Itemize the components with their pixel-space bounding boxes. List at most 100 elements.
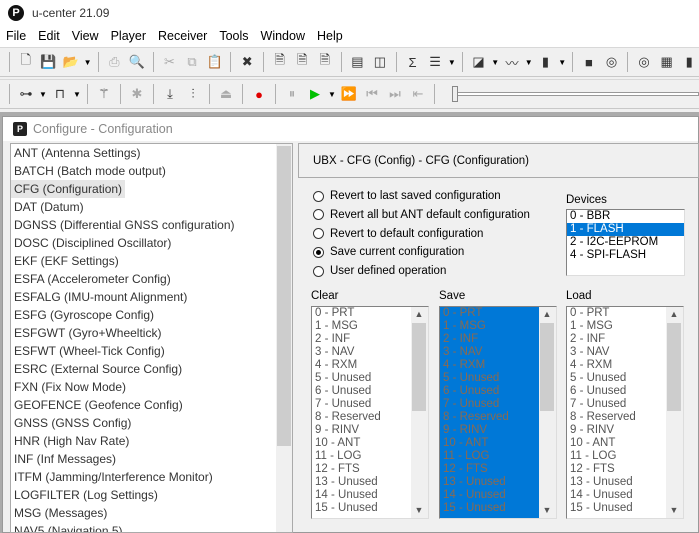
save-item[interactable]: 8 - Reserved [440,411,539,424]
load-item[interactable]: 13 - Unused [567,476,666,489]
autobaud-wand-icon[interactable]: ⚚ [94,84,114,104]
dropdown-arrow-icon[interactable]: ▼ [328,90,336,99]
message-list-item[interactable]: MSG (Messages) [11,504,292,522]
load-item[interactable]: 5 - Unused [567,372,666,385]
dropdown-arrow-icon[interactable]: ▼ [39,90,47,99]
load-item[interactable]: 11 - LOG [567,450,666,463]
save-item[interactable]: 9 - RINV [440,424,539,437]
dropdown-arrow-icon[interactable]: ▼ [73,90,81,99]
menu-tools[interactable]: Tools [213,29,254,43]
copy-icon[interactable]: ⧉ [182,52,202,72]
chart-icon[interactable]: 〰 [502,52,522,72]
new-db-icon[interactable]: 🗎 [270,52,290,72]
clear-item[interactable]: 2 - INF [312,333,411,346]
menu-window[interactable]: Window [255,29,311,43]
message-list[interactable]: ANT (Antenna Settings) BATCH (Batch mode … [10,143,293,533]
text-doc-icon[interactable]: 🗎 [315,52,335,72]
panel-icon[interactable]: ◫ [370,52,390,72]
menu-file[interactable]: File [0,29,32,43]
message-list-item[interactable]: FXN (Fix Now Mode) [11,378,292,396]
dropdown-arrow-icon[interactable]: ▼ [448,58,456,67]
save-item[interactable]: 6 - Unused [440,385,539,398]
table-icon[interactable]: ☰ [425,52,445,72]
message-list-item[interactable]: DOSC (Disciplined Oscillator) [11,234,292,252]
compass-icon[interactable]: ◎ [634,52,654,72]
clear-item[interactable]: 14 - Unused [312,489,411,502]
dropdown-arrow-icon[interactable]: ▼ [491,58,499,67]
clear-item[interactable]: 13 - Unused [312,476,411,489]
save-item[interactable]: 10 - ANT [440,437,539,450]
download-icon[interactable]: ⤓ [160,84,180,104]
scroll-thumb[interactable] [412,323,426,411]
message-list-item[interactable]: ESFA (Accelerometer Config) [11,270,292,288]
save-item[interactable]: 2 - INF [440,333,539,346]
eject-icon[interactable]: ⏏ [216,84,236,104]
load-item[interactable]: 2 - INF [567,333,666,346]
menu-player[interactable]: Player [105,29,152,43]
load-item[interactable]: 15 - Unused [567,502,666,515]
print-preview-icon[interactable]: 🔍 [127,52,147,72]
device-item[interactable]: 0 - BBR [567,210,684,223]
print-icon[interactable]: ⎙ [105,52,125,72]
pause-icon[interactable]: ⏸ [282,84,302,104]
baudrate-icon[interactable]: ⊓ [50,84,70,104]
grid-icon[interactable]: ▦ [657,52,677,72]
message-list-item[interactable]: BATCH (Batch mode output) [11,162,292,180]
save-item[interactable]: 1 - MSG [440,320,539,333]
statistics-icon[interactable]: Σ [403,52,423,72]
load-list[interactable]: 0 - PRT 1 - MSG 2 - INF 3 - NAV 4 - RXM 5 - U… [566,306,684,519]
menu-view[interactable]: View [66,29,105,43]
load-item[interactable]: 1 - MSG [567,320,666,333]
message-list-item[interactable]: ESFGWT (Gyro+Wheeltick) [11,324,292,342]
new-file-icon[interactable]: 🗋 [16,52,36,72]
clear-item[interactable]: 6 - Unused [312,385,411,398]
message-list-item[interactable]: ANT (Antenna Settings) [11,144,292,162]
radio-option[interactable]: Revert to default configuration [313,228,483,240]
scroll-down-icon[interactable]: ▼ [666,503,682,518]
save-item[interactable]: 0 - PRT [440,307,539,320]
save-icon[interactable]: 💾 [39,52,59,72]
menu-receiver[interactable]: Receiver [152,29,213,43]
deviation-icon[interactable]: ◎ [602,52,622,72]
clear-icon[interactable]: ✖ [237,52,257,72]
load-item[interactable]: 4 - RXM [567,359,666,372]
scroll-down-icon[interactable]: ▼ [411,503,427,518]
step-forward-icon[interactable]: ⏭ [385,84,405,104]
bar-view-icon[interactable]: ▮ [679,52,699,72]
menu-help[interactable]: Help [311,29,349,43]
message-list-item[interactable]: ESFG (Gyroscope Config) [11,306,292,324]
dropdown-arrow-icon[interactable]: ▼ [525,58,533,67]
open-icon[interactable]: 📂 [61,52,81,72]
clear-item[interactable]: 3 - NAV [312,346,411,359]
playback-slider[interactable] [452,86,699,102]
clear-item[interactable]: 5 - Unused [312,372,411,385]
message-list-scrollbar[interactable] [276,144,292,532]
clear-item[interactable]: 11 - LOG [312,450,411,463]
save-item[interactable]: 5 - Unused [440,372,539,385]
rewind-icon[interactable]: ⇤ [408,84,428,104]
message-list-item[interactable]: LOGFILTER (Log Settings) [11,486,292,504]
load-item[interactable]: 9 - RINV [567,424,666,437]
radio-button[interactable] [313,246,324,258]
dropdown-arrow-icon[interactable]: ▼ [558,58,566,67]
message-list-item[interactable]: EKF (EKF Settings) [11,252,292,270]
layout-icon[interactable]: ▤ [348,52,368,72]
clear-item[interactable]: 0 - PRT [312,307,411,320]
load-item[interactable]: 8 - Reserved [567,411,666,424]
message-list-item[interactable]: ITFM (Jamming/Interference Monitor) [11,468,292,486]
message-list-item[interactable]: ESFWT (Wheel-Tick Config) [11,342,292,360]
connection-icon[interactable]: ⊶ [16,84,36,104]
save-item[interactable]: 4 - RXM [440,359,539,372]
message-list-item[interactable]: DAT (Datum) [11,198,292,216]
step-back-icon[interactable]: ⏮ [362,84,382,104]
message-list-item[interactable]: ESFALG (IMU-mount Alignment) [11,288,292,306]
scroll-up-icon[interactable]: ▲ [539,307,555,322]
radio-button[interactable] [313,265,324,277]
histogram-icon[interactable]: ▮ [536,52,556,72]
radio-option[interactable]: Revert all but ANT default configuration [313,209,530,221]
clear-scrollbar[interactable]: ▲ ▼ [411,307,428,518]
load-scrollbar[interactable]: ▲ ▼ [666,307,683,518]
radio-button[interactable] [313,190,324,202]
save-item[interactable]: 15 - Unused [440,502,539,515]
clear-item[interactable]: 10 - ANT [312,437,411,450]
